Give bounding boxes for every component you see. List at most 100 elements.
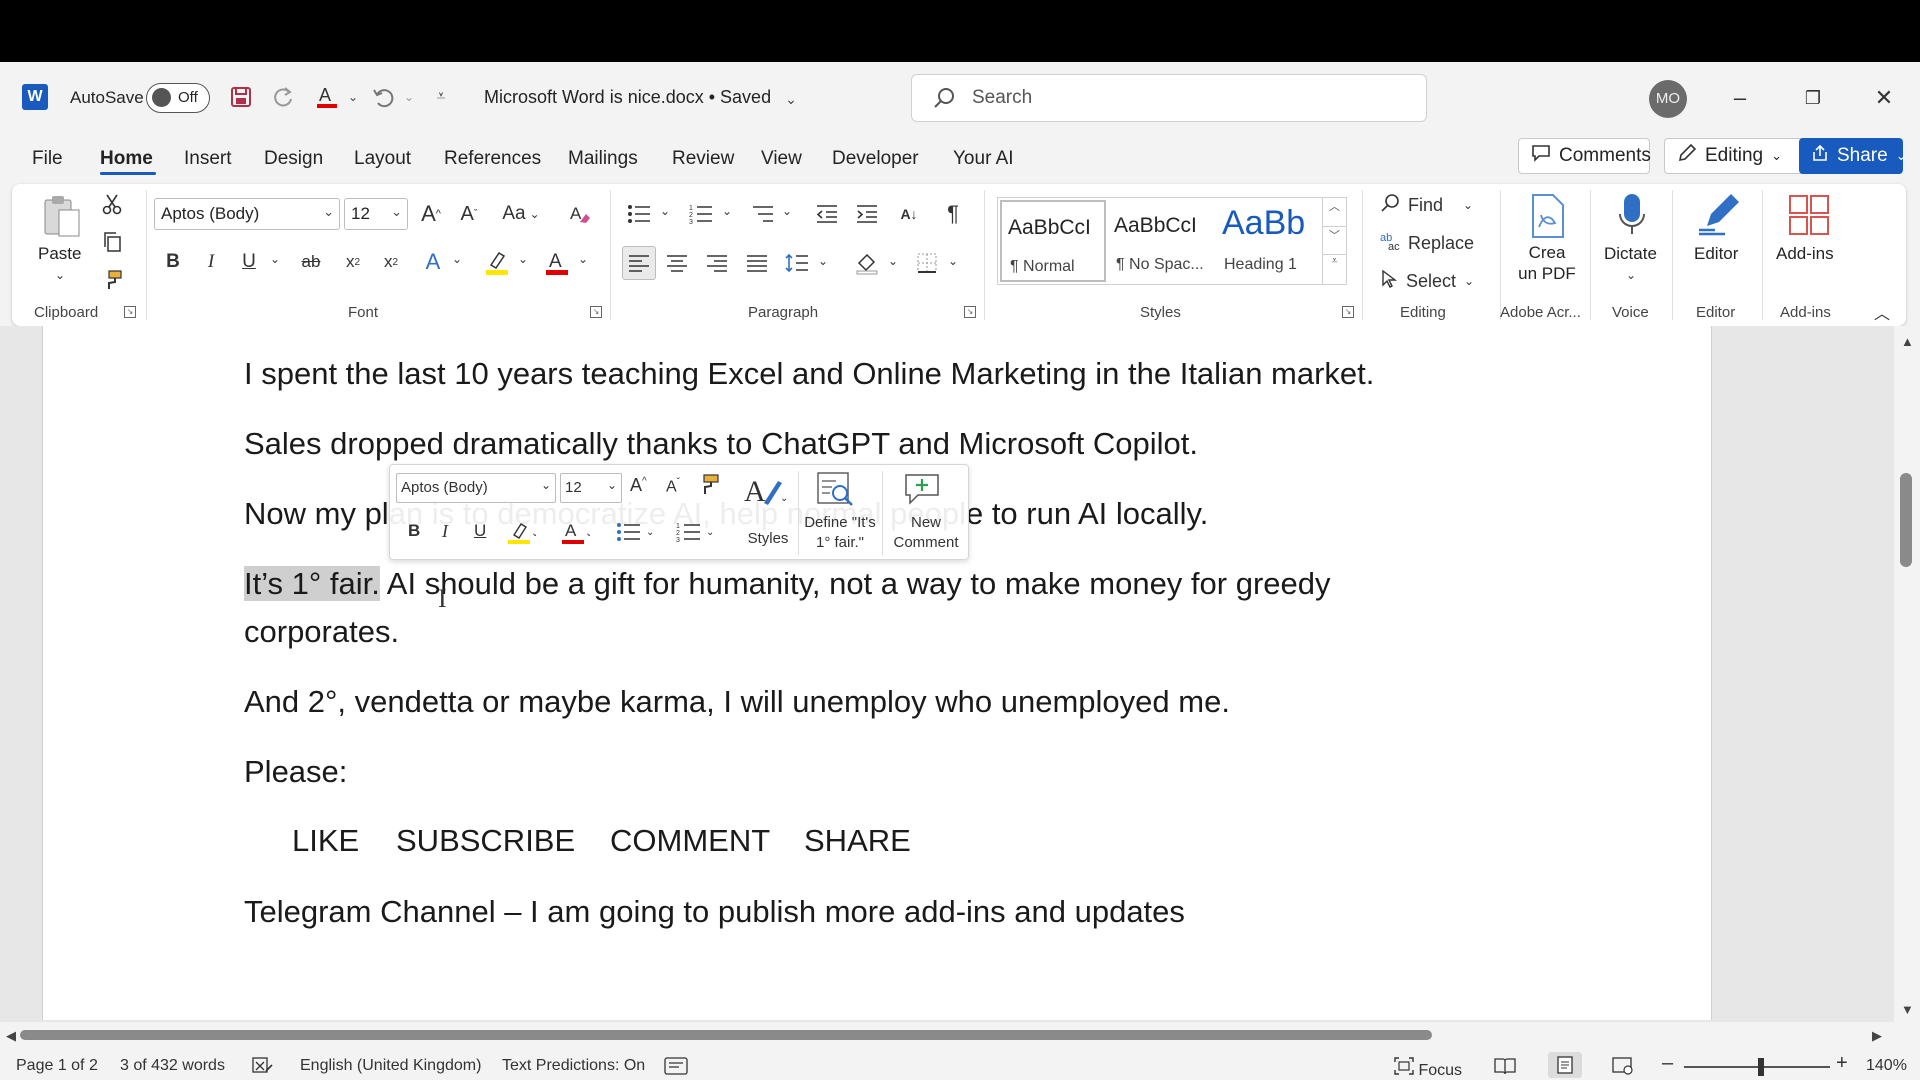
justify-icon[interactable] [742, 246, 772, 280]
styles-scroll-down-icon[interactable]: ﹀ [1322, 226, 1346, 254]
cta-item[interactable]: SUBSCRIBE [396, 823, 575, 859]
mini-bullets-icon[interactable]: ⌄ [616, 521, 656, 548]
proofing-icon[interactable] [252, 1057, 274, 1080]
shading-dropdown-icon[interactable]: ⌄ [886, 254, 900, 268]
style-heading-1[interactable]: AaBb Heading 1 [1216, 200, 1322, 282]
collapse-ribbon-icon[interactable]: ︿ [1872, 300, 1892, 324]
close-button[interactable]: ✕ [1864, 80, 1904, 116]
language[interactable]: English (United Kingdom) [300, 1057, 481, 1075]
title-chevron-icon[interactable]: ⌄ [776, 84, 806, 114]
avatar[interactable]: MO [1649, 80, 1687, 118]
mini-styles-label[interactable]: Styles [740, 529, 796, 549]
bullets-dropdown-icon[interactable]: ⌄ [658, 204, 672, 218]
mini-grow-font-icon[interactable]: A^ [630, 475, 647, 496]
cta-item[interactable]: COMMENT [610, 823, 770, 859]
new-comment-label[interactable]: New Comment [884, 513, 968, 553]
line-spacing-dropdown-icon[interactable]: ⌄ [816, 254, 830, 268]
shading-icon[interactable] [852, 246, 882, 280]
undo-dropdown-icon[interactable]: ⌄ [394, 82, 424, 112]
document-paragraph[interactable]: Telegram Channel – I am going to publish… [244, 894, 1185, 930]
crea-pdf-label[interactable]: Crea un PDF [1506, 242, 1588, 284]
highlight-color-icon[interactable] [480, 246, 514, 278]
document-paragraph[interactable]: Sales dropped dramatically thanks to Cha… [244, 426, 1198, 462]
font-family-select[interactable]: Aptos (Body) ⌄ [154, 198, 340, 230]
zoom-slider-thumb[interactable] [1758, 1058, 1764, 1076]
format-painter-icon[interactable] [98, 266, 126, 294]
clear-formatting-icon[interactable]: A [564, 198, 594, 230]
style-no-spacing[interactable]: AaBbCcI ¶ No Spac... [1108, 200, 1214, 282]
decrease-indent-icon[interactable] [812, 198, 842, 230]
show-formatting-marks-icon[interactable]: ¶ [938, 198, 968, 230]
vertical-scrollbar[interactable] [1894, 326, 1920, 1026]
tab-mailings[interactable]: Mailings [568, 148, 638, 170]
superscript-icon[interactable]: x2 [376, 246, 406, 278]
mini-format-painter-icon[interactable] [696, 473, 720, 502]
new-comment-icon[interactable] [902, 471, 942, 510]
underline-icon[interactable]: U [234, 246, 264, 278]
document-title[interactable]: Microsoft Word is nice.docx • Saved [484, 87, 771, 108]
scroll-right-arrow-icon[interactable]: ▶ [1872, 1028, 1882, 1044]
add-ins-label[interactable]: Add-ins [1776, 244, 1834, 264]
increase-indent-icon[interactable] [852, 198, 882, 230]
redo-icon[interactable] [268, 82, 298, 112]
zoom-level[interactable]: 140% [1866, 1057, 1907, 1075]
print-layout-icon[interactable] [1548, 1052, 1582, 1078]
mini-numbering-icon[interactable]: 1 2 3 ⌄ [676, 521, 716, 548]
minimize-button[interactable]: – [1720, 80, 1760, 116]
selected-text[interactable]: It’s 1° fair. [244, 566, 380, 601]
bullets-icon[interactable] [624, 198, 654, 230]
numbering-dropdown-icon[interactable]: ⌄ [720, 204, 734, 218]
share-button[interactable]: Share ⌄ [1799, 138, 1907, 174]
underline-dropdown-icon[interactable]: ⌄ [268, 252, 282, 266]
accessibility-icon[interactable] [664, 1057, 688, 1080]
styles-more-icon[interactable]: ⩡ [1322, 254, 1346, 284]
cta-item[interactable]: LIKE [292, 823, 359, 859]
tab-your-ai[interactable]: Your AI [953, 148, 1014, 170]
mini-styles-icon[interactable]: A ⌄ [742, 473, 788, 518]
font-size-select[interactable]: 12 ⌄ [344, 198, 408, 230]
subscript-icon[interactable]: x2 [338, 246, 368, 278]
grow-font-icon[interactable]: A ^ [416, 198, 446, 230]
tab-layout[interactable]: Layout [354, 148, 411, 170]
mini-size-select[interactable]: 12 ⌄ [560, 473, 622, 503]
document-paragraph[interactable]: It’s 1° fair. AI should be a gift for hu… [244, 566, 1331, 602]
select-button[interactable]: Select ⌄ [1380, 266, 1500, 296]
font-color-icon[interactable]: A [540, 246, 574, 278]
paste-dropdown-icon[interactable]: ⌄ [52, 268, 68, 282]
find-button[interactable]: Find ⌄ [1380, 190, 1500, 220]
page-count[interactable]: Page 1 of 2 [16, 1057, 98, 1075]
text-effects-icon[interactable]: A [418, 246, 448, 278]
adobe-pdf-icon[interactable] [1522, 192, 1572, 240]
copy-icon[interactable] [98, 228, 126, 256]
bold-icon[interactable]: B [158, 246, 188, 278]
font-launcher-icon[interactable]: ↘ [590, 306, 602, 318]
clipboard-launcher-icon[interactable]: ↘ [124, 306, 136, 318]
vertical-scroll-thumb[interactable] [1900, 473, 1912, 567]
font-color-dropdown-icon[interactable]: ⌄ [576, 252, 590, 266]
save-icon[interactable] [226, 82, 256, 112]
search-input[interactable] [972, 85, 1402, 111]
focus-mode-button[interactable]: Focus [1394, 1057, 1462, 1080]
line-spacing-icon[interactable] [782, 246, 812, 280]
tab-references[interactable]: References [444, 148, 541, 170]
document-paragraph[interactable]: I spent the last 10 years teaching Excel… [244, 356, 1374, 392]
highlight-dropdown-icon[interactable]: ⌄ [516, 252, 530, 266]
paste-icon[interactable] [38, 192, 86, 242]
align-left-icon[interactable] [622, 246, 656, 280]
document-paragraph[interactable]: And 2°, vendetta or maybe karma, I will … [244, 684, 1230, 720]
multilevel-dropdown-icon[interactable]: ⌄ [780, 204, 794, 218]
styles-launcher-icon[interactable]: ↘ [1342, 306, 1354, 318]
define-icon[interactable] [816, 471, 856, 514]
horizontal-scroll-thumb[interactable] [20, 1030, 1432, 1040]
microphone-icon[interactable] [1610, 190, 1654, 240]
tab-view[interactable]: View [761, 148, 802, 170]
cta-item[interactable]: SHARE [804, 823, 911, 859]
tab-developer[interactable]: Developer [832, 148, 919, 170]
shrink-font-icon[interactable]: Aˇ [454, 198, 484, 230]
web-layout-icon[interactable] [1612, 1057, 1634, 1080]
text-effects-dropdown-icon[interactable]: ⌄ [450, 252, 464, 266]
strikethrough-icon[interactable]: ab [296, 246, 326, 278]
mini-highlight-icon[interactable]: ⌄ [506, 519, 539, 550]
tab-insert[interactable]: Insert [184, 148, 232, 170]
sort-icon[interactable]: A↓ [894, 198, 924, 230]
